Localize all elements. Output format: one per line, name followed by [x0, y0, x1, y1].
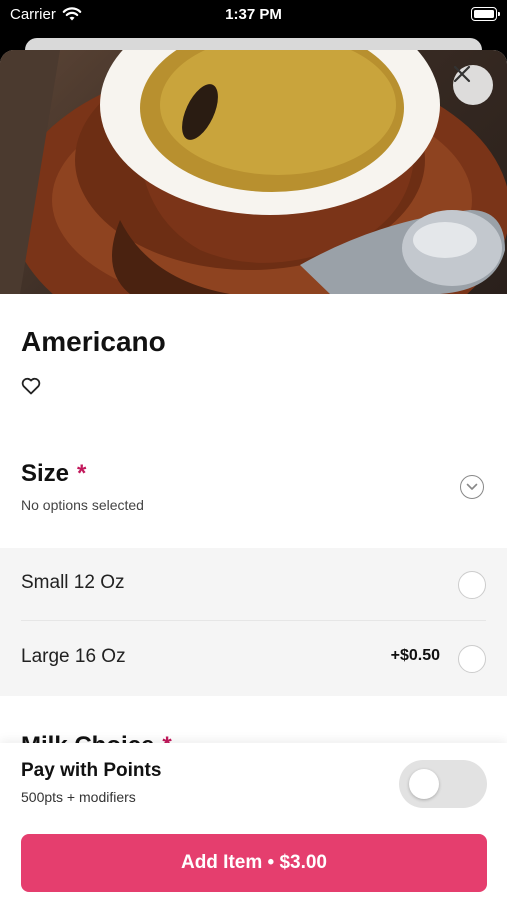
- product-image: [0, 50, 507, 294]
- size-status: No options selected: [21, 497, 144, 513]
- size-option-small[interactable]: Small 12 Oz: [0, 548, 507, 622]
- product-title: Americano: [21, 326, 166, 357]
- heart-outline-icon[interactable]: [21, 377, 41, 395]
- clock: 1:37 PM: [225, 6, 282, 23]
- size-small-radio[interactable]: [458, 571, 486, 599]
- size-title-text: Size: [21, 460, 70, 487]
- size-large-radio[interactable]: [458, 645, 486, 673]
- option-label: Small 12 Oz: [21, 572, 125, 593]
- toggle-knob: [409, 769, 439, 799]
- close-icon: [453, 65, 471, 83]
- pay-with-points-toggle[interactable]: [399, 760, 487, 808]
- option-label: Large 16 Oz: [21, 646, 126, 667]
- size-section-title: Size *: [21, 460, 86, 488]
- size-options: Small 12 Oz Large 16 Oz +$0.50: [0, 548, 507, 696]
- chevron-down-icon: [466, 483, 478, 490]
- item-detail-sheet: Americano Size * No options selected Smal…: [0, 50, 507, 900]
- required-asterisk: *: [77, 460, 87, 487]
- pay-with-points-label: Pay with Points: [21, 760, 162, 781]
- option-price: +$0.50: [390, 647, 440, 664]
- size-expand-button[interactable]: [460, 475, 484, 499]
- battery-icon: [471, 7, 500, 21]
- add-item-button[interactable]: Add Item • $3.00: [21, 834, 487, 892]
- divider: [21, 620, 486, 621]
- size-option-large[interactable]: Large 16 Oz +$0.50: [0, 622, 507, 696]
- close-button[interactable]: [453, 65, 493, 105]
- status-bar: Carrier 1:37 PM: [0, 0, 507, 30]
- order-footer: Pay with Points 500pts + modifiers Add I…: [0, 743, 507, 900]
- points-cost: 500pts + modifiers: [21, 789, 136, 805]
